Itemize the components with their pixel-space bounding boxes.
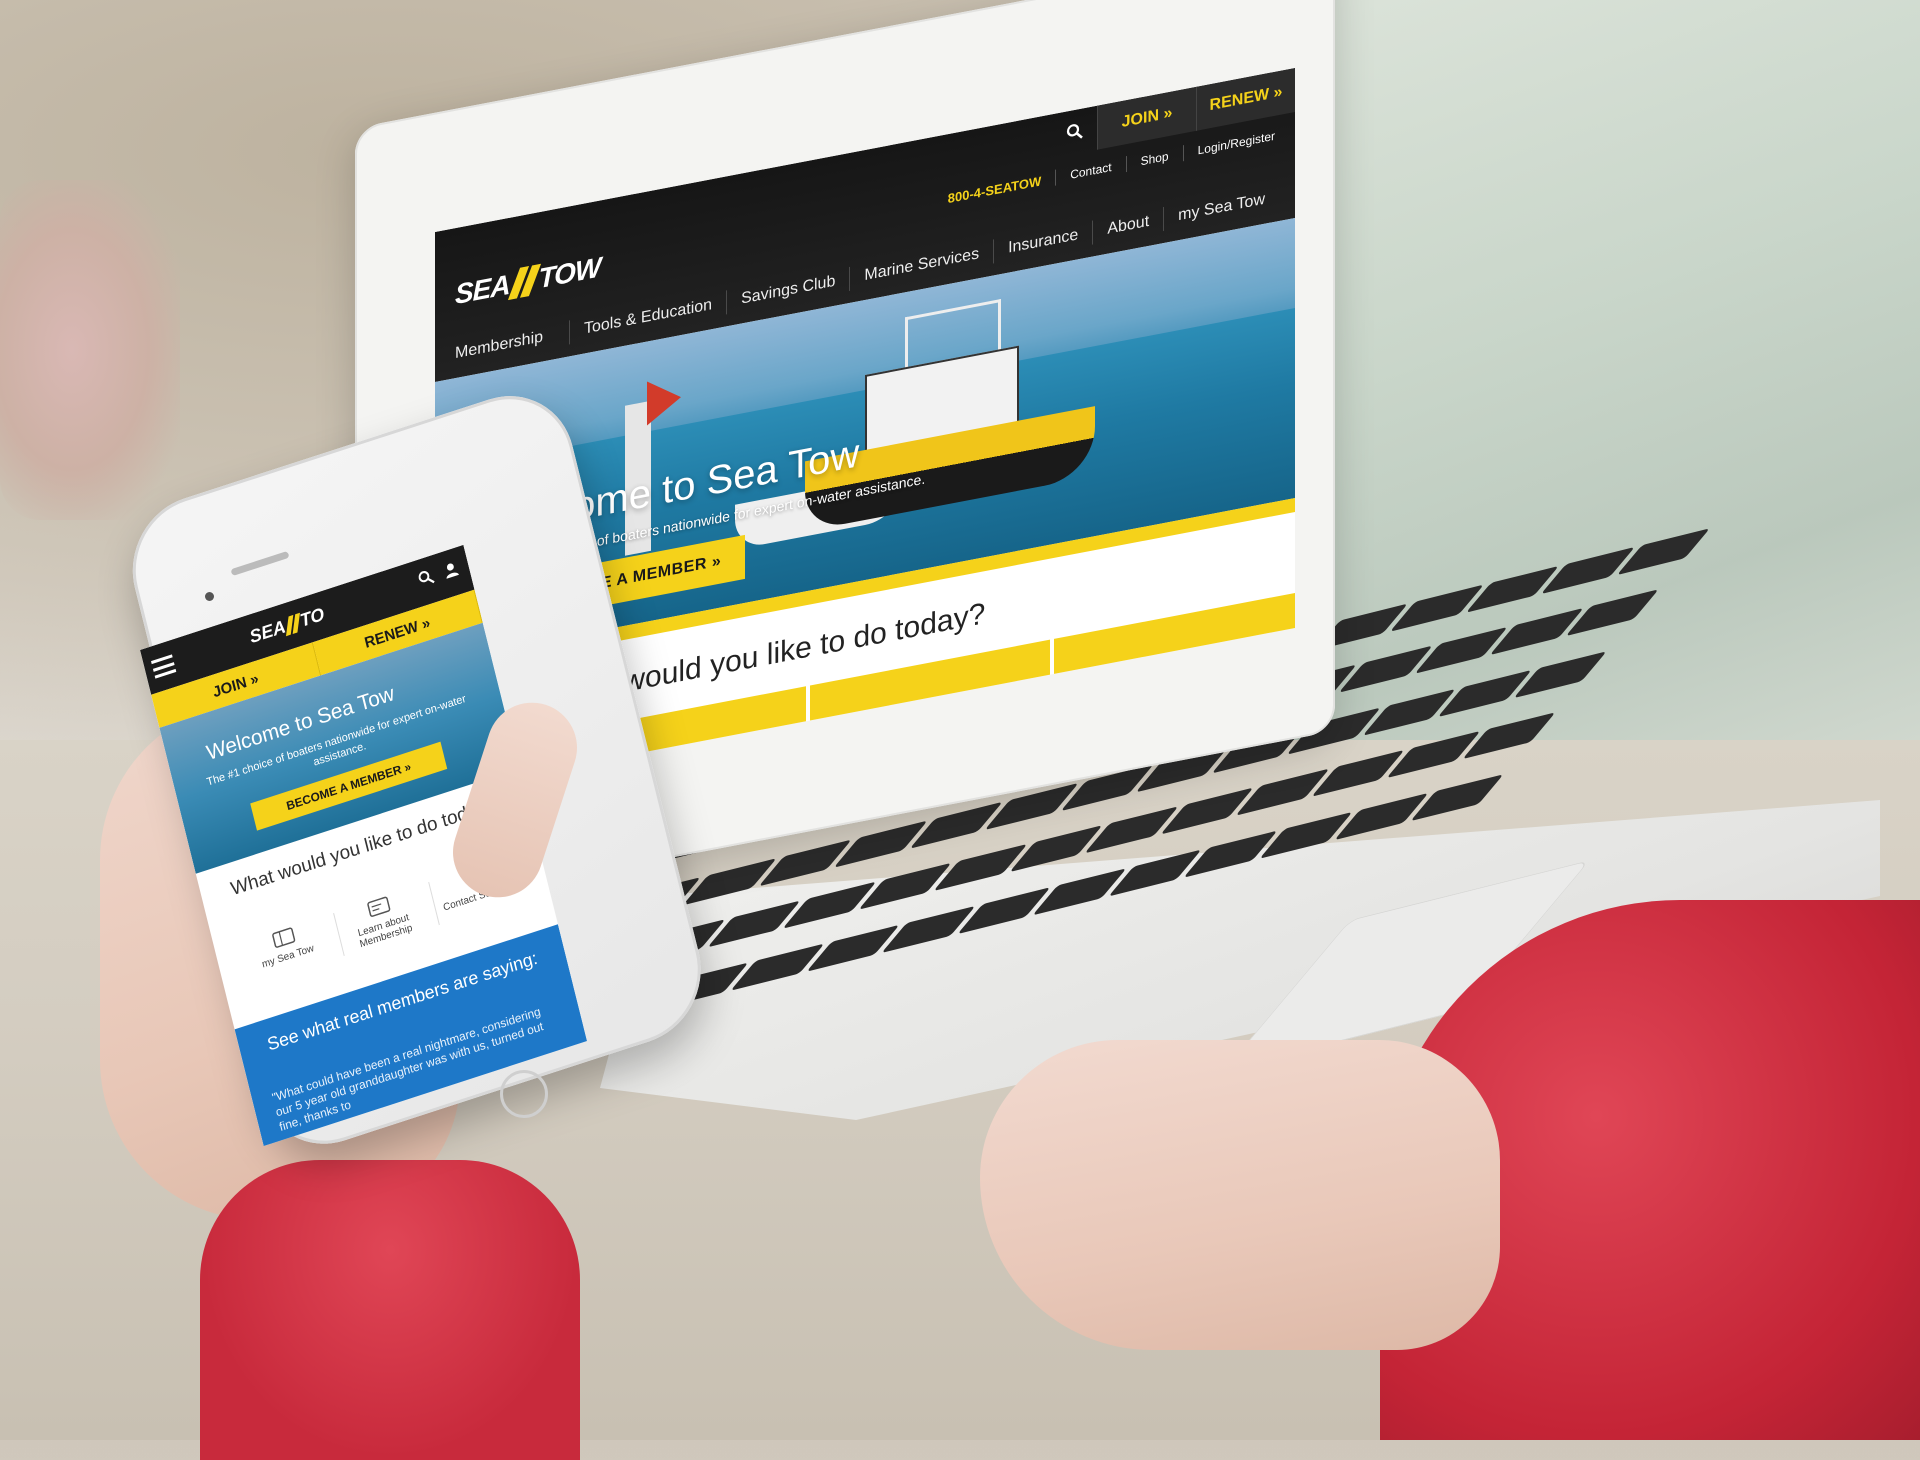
util-link-login[interactable]: Login/Register — [1198, 129, 1275, 158]
left-arm-sleeve — [200, 1160, 580, 1460]
divider — [1055, 169, 1057, 186]
phone-header-icons — [417, 560, 461, 589]
hamburger-menu-icon[interactable] — [151, 654, 177, 679]
logo-text-right: TO — [297, 603, 327, 631]
phone-camera — [205, 592, 214, 601]
logo-text-left: SEA — [247, 616, 288, 648]
logo-text-right: TOW — [538, 251, 601, 295]
nav-item-insurance[interactable]: Insurance — [993, 220, 1093, 264]
logo-bars — [507, 263, 541, 301]
membership-card-icon — [367, 896, 391, 917]
red-marker-flag — [647, 375, 681, 426]
search-button[interactable] — [1053, 106, 1097, 158]
quick-link-my-sea-tow[interactable]: my Sea Tow — [239, 916, 335, 987]
search-icon — [1066, 124, 1083, 139]
quick-link-label: Learn about Membership — [356, 912, 414, 951]
card-icon — [271, 927, 295, 948]
right-hand — [980, 1040, 1500, 1350]
divider — [1182, 145, 1184, 162]
util-link-shop[interactable]: Shop — [1141, 149, 1169, 168]
divider — [1125, 156, 1127, 173]
phone-home-button[interactable] — [500, 1070, 548, 1118]
logo-bars — [285, 612, 301, 636]
phone-number[interactable]: 800-4-SEATOW — [948, 173, 1041, 206]
logo-text-left: SEA — [455, 268, 510, 311]
quick-link-membership[interactable]: Learn about Membership — [333, 885, 431, 957]
util-link-contact[interactable]: Contact — [1070, 160, 1111, 182]
sea-tow-logo[interactable]: SEA TOW — [455, 250, 600, 312]
quick-link-label: my Sea Tow — [260, 943, 316, 971]
user-icon[interactable] — [442, 560, 461, 581]
search-icon[interactable] — [417, 568, 436, 589]
nav-item-about[interactable]: About — [1092, 207, 1164, 245]
background-cushion — [0, 180, 180, 520]
